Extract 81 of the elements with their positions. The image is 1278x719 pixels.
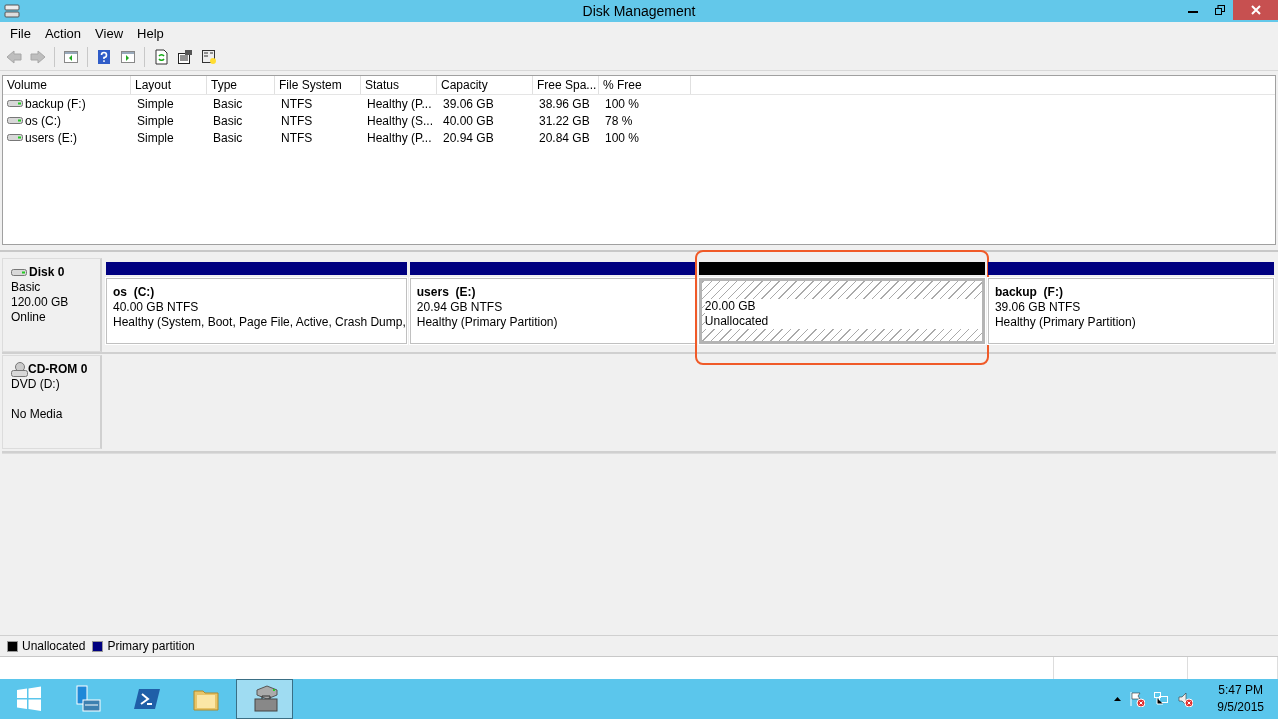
drive-icon — [7, 133, 23, 142]
partition-size: 20.94 GB NTFS — [416, 300, 504, 315]
speaker-muted-icon — [1177, 691, 1194, 707]
caret-up-icon — [1114, 697, 1122, 701]
table-cell-text: 39.06 GB — [442, 96, 495, 111]
partition-box[interactable]: users (E:) 20.94 GB NTFS Healthy (Primary Partition) — [409, 278, 696, 344]
partition-box[interactable]: backup (F:) 39.06 GB NTFS Healthy (Primary Partition) — [987, 278, 1274, 344]
table-cell-text: 20.84 GB — [538, 130, 591, 145]
tray-icon[interactable] — [1153, 691, 1170, 707]
partition-name: users (E:) — [416, 285, 477, 300]
disk-status: Online — [11, 310, 47, 325]
table-cell-text: NTFS — [280, 96, 314, 111]
partition-name: backup (F:) — [994, 285, 1064, 300]
refresh-icon — [153, 49, 169, 65]
flag-error-icon — [1129, 691, 1146, 707]
clock-time[interactable]: 5:47 PM — [1218, 682, 1263, 699]
unallocated-space[interactable]: 20.00 GB Unallocated — [698, 278, 985, 344]
disk-size: 120.00 GB — [11, 295, 70, 310]
menu-item[interactable]: Action — [37, 23, 89, 43]
windows-logo-icon — [14, 685, 43, 713]
table-cell-text: Simple — [136, 96, 175, 111]
disk-type: DVD (D:) — [11, 377, 61, 392]
tray-expand-button[interactable] — [1114, 697, 1122, 701]
menu-item[interactable]: View — [88, 23, 131, 43]
partition-status: Healthy (Primary Partition) — [416, 315, 559, 330]
restore-icon — [1214, 5, 1225, 15]
close-button[interactable] — [1233, 0, 1278, 20]
table-cell-text: 31.22 GB — [538, 113, 591, 128]
window-title: Disk Management — [582, 3, 696, 19]
drive-icon — [7, 116, 23, 125]
partition-box[interactable]: os (C:) 40.00 GB NTFS Healthy (System, Boot, Page File, Active, Crash Dump, — [106, 278, 407, 344]
partition-status: Healthy (System, Boot, Page File, Active, Crash Dump, — [113, 315, 406, 330]
table-cell-text: Basic — [212, 130, 244, 145]
table-cell-text: 100 % — [604, 96, 641, 111]
table-cell-text: 78 % — [604, 113, 634, 128]
clock-date[interactable]: 9/5/2015 — [1217, 699, 1264, 716]
volume-name[interactable]: users (E:) — [25, 130, 77, 145]
disk-name: CD-ROM 0 — [28, 362, 88, 377]
network-monitor-icon — [1153, 691, 1170, 707]
menu-item[interactable]: Help — [130, 23, 171, 43]
tray-icon[interactable] — [1129, 691, 1146, 707]
table-cell-text: 38.96 GB — [538, 96, 591, 111]
drive-icon — [11, 268, 29, 277]
panel-toggle-icon — [63, 49, 79, 65]
taskbar-button[interactable] — [236, 679, 293, 719]
table-cell-text: Healthy (P... — [366, 96, 433, 111]
volume-name[interactable]: backup (F:) — [25, 96, 86, 111]
partition-size: 40.00 GB NTFS — [113, 300, 200, 315]
partition-size: 39.06 GB NTFS — [994, 300, 1082, 315]
table-cell-text: 40.00 GB — [442, 113, 495, 128]
partition-status: Unallocated — [704, 314, 982, 329]
volume-name[interactable]: os (C:) — [25, 113, 61, 128]
table-cell-text: Basic — [212, 113, 244, 128]
disk-name: Disk 0 — [29, 265, 65, 280]
disk-status: No Media — [11, 407, 64, 422]
disk-type: Basic — [11, 280, 42, 295]
properties-icon — [177, 49, 193, 65]
table-cell-text: NTFS — [280, 113, 314, 128]
table-cell-text: 20.94 GB — [442, 130, 495, 145]
back-arrow-icon — [6, 49, 22, 65]
legend-label: Unallocated — [22, 639, 86, 653]
table-cell-text: Simple — [136, 113, 175, 128]
legend-label: Primary partition — [107, 639, 195, 653]
close-icon — [1250, 5, 1261, 15]
menu-item[interactable]: File — [3, 23, 38, 43]
server-toolbox-icon — [73, 685, 102, 713]
forward-arrow-icon — [30, 49, 46, 65]
table-cell-text: Healthy (P... — [366, 130, 433, 145]
drive-icon — [7, 99, 23, 108]
partition-name: os (C:) — [113, 285, 156, 300]
drive-stack-icon — [4, 3, 20, 19]
table-cell-text: Healthy (S... — [366, 113, 435, 128]
help-icon — [96, 49, 112, 65]
table-cell-text: Simple — [136, 130, 175, 145]
panel-toggle-icon — [120, 49, 136, 65]
tray-icon[interactable] — [1177, 691, 1194, 707]
table-cell-text: NTFS — [280, 130, 314, 145]
partition-size: 20.00 GB — [704, 299, 982, 314]
table-cell-text: 100 % — [604, 130, 641, 145]
table-cell-text: Basic — [212, 96, 244, 111]
partition-status: Healthy (Primary Partition) — [994, 315, 1137, 330]
